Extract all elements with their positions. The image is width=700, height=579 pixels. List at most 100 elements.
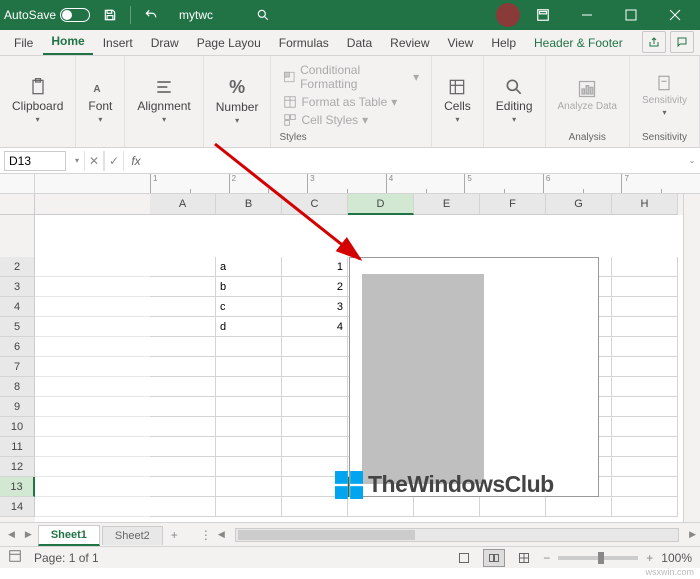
cell[interactable] [612,257,678,277]
cell[interactable] [480,497,546,517]
name-box-dropdown[interactable]: ▾ [70,156,84,165]
cell[interactable] [216,477,282,497]
cell[interactable] [282,397,348,417]
col-header[interactable]: E [414,194,480,215]
sensitivity-button[interactable]: Sensitivity▾ [638,71,691,119]
row-header[interactable]: 8 [0,377,35,397]
conditional-formatting-button[interactable]: Conditional Formatting▾ [279,62,423,92]
cell[interactable] [282,417,348,437]
add-sheet-button[interactable]: + [165,528,184,542]
cell[interactable]: 2 [282,277,348,297]
cell[interactable] [216,337,282,357]
cell[interactable]: a [216,257,282,277]
cell[interactable] [150,277,216,297]
cell[interactable] [216,497,282,517]
tab-draw[interactable]: Draw [143,32,187,55]
row-header[interactable]: 4 [0,297,35,317]
cell[interactable] [612,297,678,317]
sheet-tab-1[interactable]: Sheet1 [38,525,100,546]
maximize-button[interactable] [610,0,652,30]
sheet-tab-2[interactable]: Sheet2 [102,526,163,545]
formula-input[interactable] [148,151,684,171]
row-header[interactable]: 5 [0,317,35,337]
horizontal-scrollbar[interactable] [235,528,679,542]
minimize-button[interactable] [566,0,608,30]
row-header[interactable]: 12 [0,457,35,477]
comments-icon[interactable] [670,31,694,53]
col-header[interactable]: F [480,194,546,215]
expand-formula-bar[interactable]: ⌄ [684,156,700,165]
col-header[interactable]: G [546,194,612,215]
cell[interactable] [612,377,678,397]
col-header[interactable]: H [612,194,678,215]
sheet-nav-next[interactable]: ▶ [21,529,36,540]
tab-view[interactable]: View [440,32,482,55]
cell[interactable] [150,497,216,517]
tab-file[interactable]: File [6,32,41,55]
close-button[interactable] [654,0,696,30]
layout-view-icon[interactable] [8,549,22,566]
page-layout-view-icon[interactable] [483,549,505,567]
cell[interactable] [216,377,282,397]
cell[interactable] [150,457,216,477]
cell[interactable] [216,437,282,457]
cell[interactable]: c [216,297,282,317]
row-header[interactable]: 3 [0,277,35,297]
sheet-nav-prev[interactable]: ◀ [4,529,19,540]
paste-button[interactable]: Clipboard▾ [8,75,67,126]
save-icon[interactable] [98,3,122,27]
cell[interactable]: 4 [282,317,348,337]
enter-formula-icon[interactable]: ✓ [104,151,124,171]
row-header[interactable]: 9 [0,397,35,417]
editing-button[interactable]: Editing▾ [492,75,537,126]
cell[interactable] [150,477,216,497]
cell[interactable] [612,477,678,497]
cell[interactable] [282,337,348,357]
autosave-toggle[interactable]: AutoSave [4,8,90,22]
cell[interactable] [612,497,678,517]
col-header-selected[interactable]: D [348,194,414,215]
cell[interactable] [414,497,480,517]
cell[interactable] [216,457,282,477]
normal-view-icon[interactable] [453,549,475,567]
vertical-scrollbar[interactable] [683,194,700,522]
zoom-out-button[interactable]: − [543,551,550,565]
cell[interactable] [150,397,216,417]
cell[interactable] [282,497,348,517]
cell[interactable] [150,417,216,437]
cells-button[interactable]: Cells▾ [440,75,475,126]
format-as-table-button[interactable]: Format as Table▾ [279,94,401,110]
cell[interactable] [546,497,612,517]
cell[interactable] [348,497,414,517]
row-header-selected[interactable]: 13 [0,477,35,497]
undo-icon[interactable] [139,3,163,27]
cell[interactable] [282,377,348,397]
select-all-corner[interactable] [0,194,35,215]
search-icon[interactable] [251,3,275,27]
row-header[interactable]: 11 [0,437,35,457]
cell[interactable] [150,257,216,277]
tab-page-layout[interactable]: Page Layou [189,32,269,55]
tab-help[interactable]: Help [483,32,524,55]
tab-formulas[interactable]: Formulas [271,32,337,55]
row-header[interactable]: 14 [0,497,35,517]
cell[interactable] [150,297,216,317]
cell[interactable] [612,457,678,477]
cell[interactable] [612,397,678,417]
cancel-formula-icon[interactable]: ✕ [84,151,104,171]
fx-icon[interactable]: fx [124,154,148,168]
cell[interactable]: 1 [282,257,348,277]
cell[interactable] [612,337,678,357]
cell[interactable] [216,357,282,377]
name-box[interactable]: D13 [4,151,66,171]
cell[interactable] [150,437,216,457]
cell[interactable] [216,417,282,437]
zoom-slider[interactable] [558,556,638,560]
font-button[interactable]: AFont▾ [84,75,116,126]
cell[interactable] [612,417,678,437]
cell[interactable] [150,377,216,397]
alignment-button[interactable]: Alignment▾ [133,75,194,126]
cell[interactable]: b [216,277,282,297]
col-header[interactable]: C [282,194,348,215]
cell[interactable] [150,357,216,377]
